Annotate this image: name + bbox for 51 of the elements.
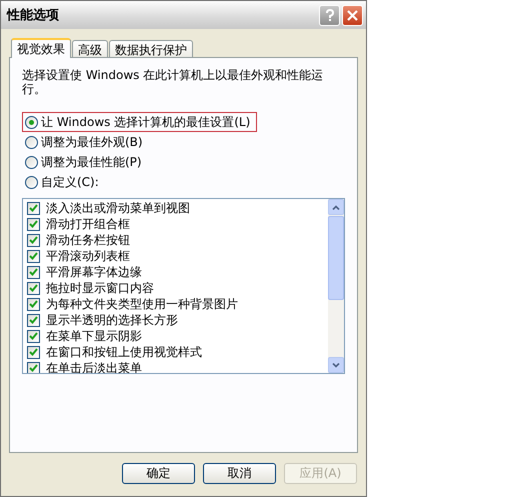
- checkbox-label: 在菜单下显示阴影: [46, 328, 142, 344]
- radio-label: 调整为最佳性能(P): [41, 154, 142, 170]
- scroll-down-button[interactable]: [328, 357, 344, 373]
- checkbox[interactable]: [27, 266, 40, 278]
- checkbox-label: 滑动任务栏按钮: [46, 232, 130, 248]
- tab[interactable]: 视觉效果: [11, 38, 71, 58]
- checkbox-label: 平滑屏幕字体边缘: [46, 264, 142, 280]
- checkbox-label: 淡入淡出或滑动菜单到视图: [46, 200, 190, 216]
- tab[interactable]: 数据执行保护: [109, 40, 193, 57]
- close-icon: [347, 10, 358, 20]
- checkbox-label: 显示半透明的选择长方形: [46, 312, 178, 328]
- scroll-thumb[interactable]: [328, 216, 344, 300]
- checkbox-label: 拖拉时显示窗口内容: [46, 280, 154, 296]
- checkbox-label: 在单击后淡出菜单: [46, 360, 142, 373]
- checkbox[interactable]: [27, 202, 40, 214]
- checkbox[interactable]: [27, 314, 40, 326]
- checkbox[interactable]: [27, 218, 40, 230]
- help-button[interactable]: [319, 4, 340, 26]
- checkbox[interactable]: [27, 282, 40, 294]
- dialog-button[interactable]: 确定: [122, 463, 195, 484]
- dialog-button[interactable]: 取消: [203, 463, 276, 484]
- radio-option[interactable]: 让 Windows 选择计算机的最佳设置(L): [22, 112, 257, 132]
- checkbox-label: 在窗口和按钮上使用视觉样式: [46, 344, 202, 360]
- checkbox[interactable]: [27, 362, 40, 373]
- checkbox[interactable]: [27, 298, 40, 310]
- radio-button[interactable]: [25, 136, 38, 148]
- checkbox[interactable]: [27, 234, 40, 246]
- radio-label: 自定义(C):: [41, 174, 99, 190]
- checkbox[interactable]: [27, 346, 40, 358]
- window-title: 性能选项: [7, 7, 59, 24]
- radio-label: 让 Windows 选择计算机的最佳设置(L): [41, 114, 250, 130]
- checkbox[interactable]: [27, 250, 40, 262]
- description-text: 选择设置使 Windows 在此计算机上以最佳外观和性能运行。: [22, 68, 324, 96]
- radio-option[interactable]: 调整为最佳性能(P): [22, 152, 145, 172]
- checkbox[interactable]: [27, 330, 40, 342]
- close-button[interactable]: [342, 4, 363, 26]
- radio-option[interactable]: 调整为最佳外观(B): [22, 132, 146, 152]
- tab[interactable]: 高级: [72, 40, 108, 57]
- down-caret-icon: [332, 362, 340, 368]
- radio-button[interactable]: [25, 116, 38, 128]
- checkbox-label: 为每种文件夹类型使用一种背景图片: [46, 296, 238, 312]
- checkbox-label: 滑动打开组合框: [46, 216, 130, 232]
- radio-label: 调整为最佳外观(B): [41, 134, 143, 150]
- radio-button[interactable]: [25, 176, 38, 188]
- up-caret-icon: [332, 204, 340, 210]
- scrollbar[interactable]: [328, 199, 344, 373]
- radio-button[interactable]: [25, 156, 38, 168]
- checkbox-label: 平滑滚动列表框: [46, 248, 130, 264]
- help-icon: [324, 9, 334, 21]
- scroll-up-button[interactable]: [328, 199, 344, 215]
- radio-option[interactable]: 自定义(C):: [22, 172, 102, 192]
